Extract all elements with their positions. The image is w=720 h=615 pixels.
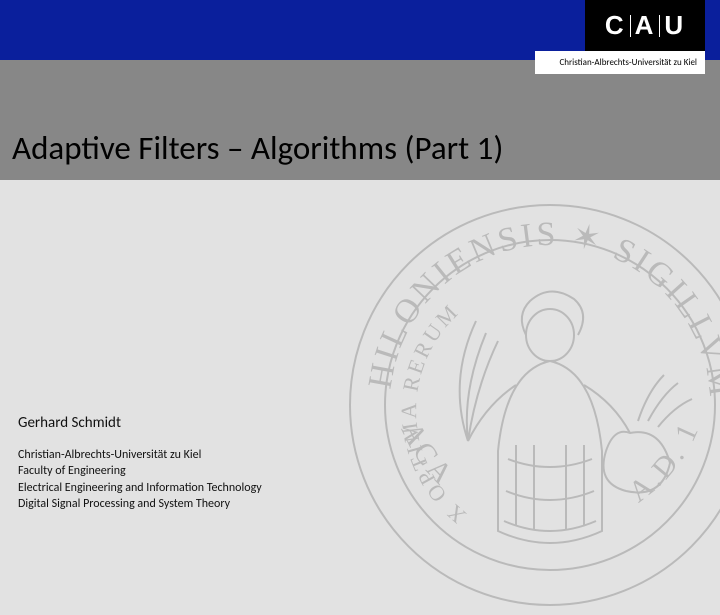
affiliation-line: Christian-Albrechts-Universität zu Kiel: [18, 447, 262, 463]
university-seal-watermark: HILONIENSIS ✶ SIGILLVM A.D. 16 ACA X OPT…: [340, 195, 720, 615]
affiliation-line: Electrical Engineering and Information T…: [18, 480, 262, 496]
university-name: Christian-Albrechts-Universität zu Kiel: [535, 51, 705, 74]
author-block: Gerhard Schmidt Christian-Albrechts-Univ…: [18, 413, 262, 512]
university-logo: CAU Christian-Albrechts-Universität zu K…: [535, 0, 705, 74]
slide-title: Adaptive Filters – Algorithms (Part 1): [12, 128, 503, 168]
cau-logo-block: CAU: [585, 0, 705, 51]
author-name: Gerhard Schmidt: [18, 413, 262, 433]
affiliation-line: Digital Signal Processing and System The…: [18, 496, 262, 512]
affiliation-line: Faculty of Engineering: [18, 463, 262, 479]
body-area: HILONIENSIS ✶ SIGILLVM A.D. 16 ACA X OPT…: [0, 180, 720, 540]
title-band: Adaptive Filters – Algorithms (Part 1): [0, 60, 720, 180]
svg-text:HILONIENSIS ✶ SIGILLVM: HILONIENSIS ✶ SIGILLVM: [362, 216, 720, 401]
